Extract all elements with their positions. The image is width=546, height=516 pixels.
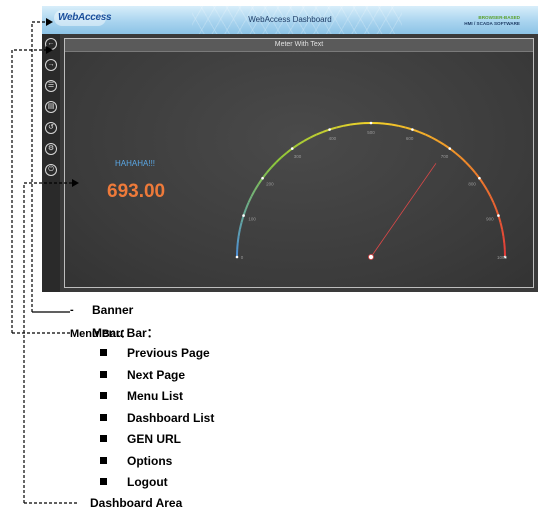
menu-item-options: Options <box>100 454 172 468</box>
dashboard-arrowhead <box>72 179 79 187</box>
menu-item-menu-list: Menu List <box>100 389 183 403</box>
dashboard-leader-line <box>23 182 72 503</box>
menu-item-previous-page: Previous Page <box>100 346 210 360</box>
menubar-annotation: Menu Bar： <box>92 326 159 340</box>
banner-arrowhead <box>46 18 53 26</box>
dashboard-area-annotation: Dashboard Area <box>90 496 183 510</box>
menu-item-logout: Logout <box>100 475 168 489</box>
banner-leader-line <box>31 21 46 312</box>
menu-item-next-page: Next Page <box>100 368 185 382</box>
bullet-square <box>100 349 107 356</box>
menubar-arrowhead <box>46 46 53 54</box>
annotation-lines <box>11 18 79 504</box>
menu-item-gen-url: GEN URL <box>100 432 181 446</box>
banner-dash: - <box>70 304 74 316</box>
bullet-square <box>100 457 107 464</box>
bullet-square <box>100 371 107 378</box>
bullet-square <box>100 435 107 442</box>
banner-annotation: Banner <box>92 303 134 317</box>
bullet-square <box>100 478 107 485</box>
menubar-leader-line <box>11 49 46 333</box>
bullet-square <box>100 414 107 421</box>
bullet-square <box>100 392 107 399</box>
menu-item-dashboard-list: Dashboard List <box>100 411 214 425</box>
